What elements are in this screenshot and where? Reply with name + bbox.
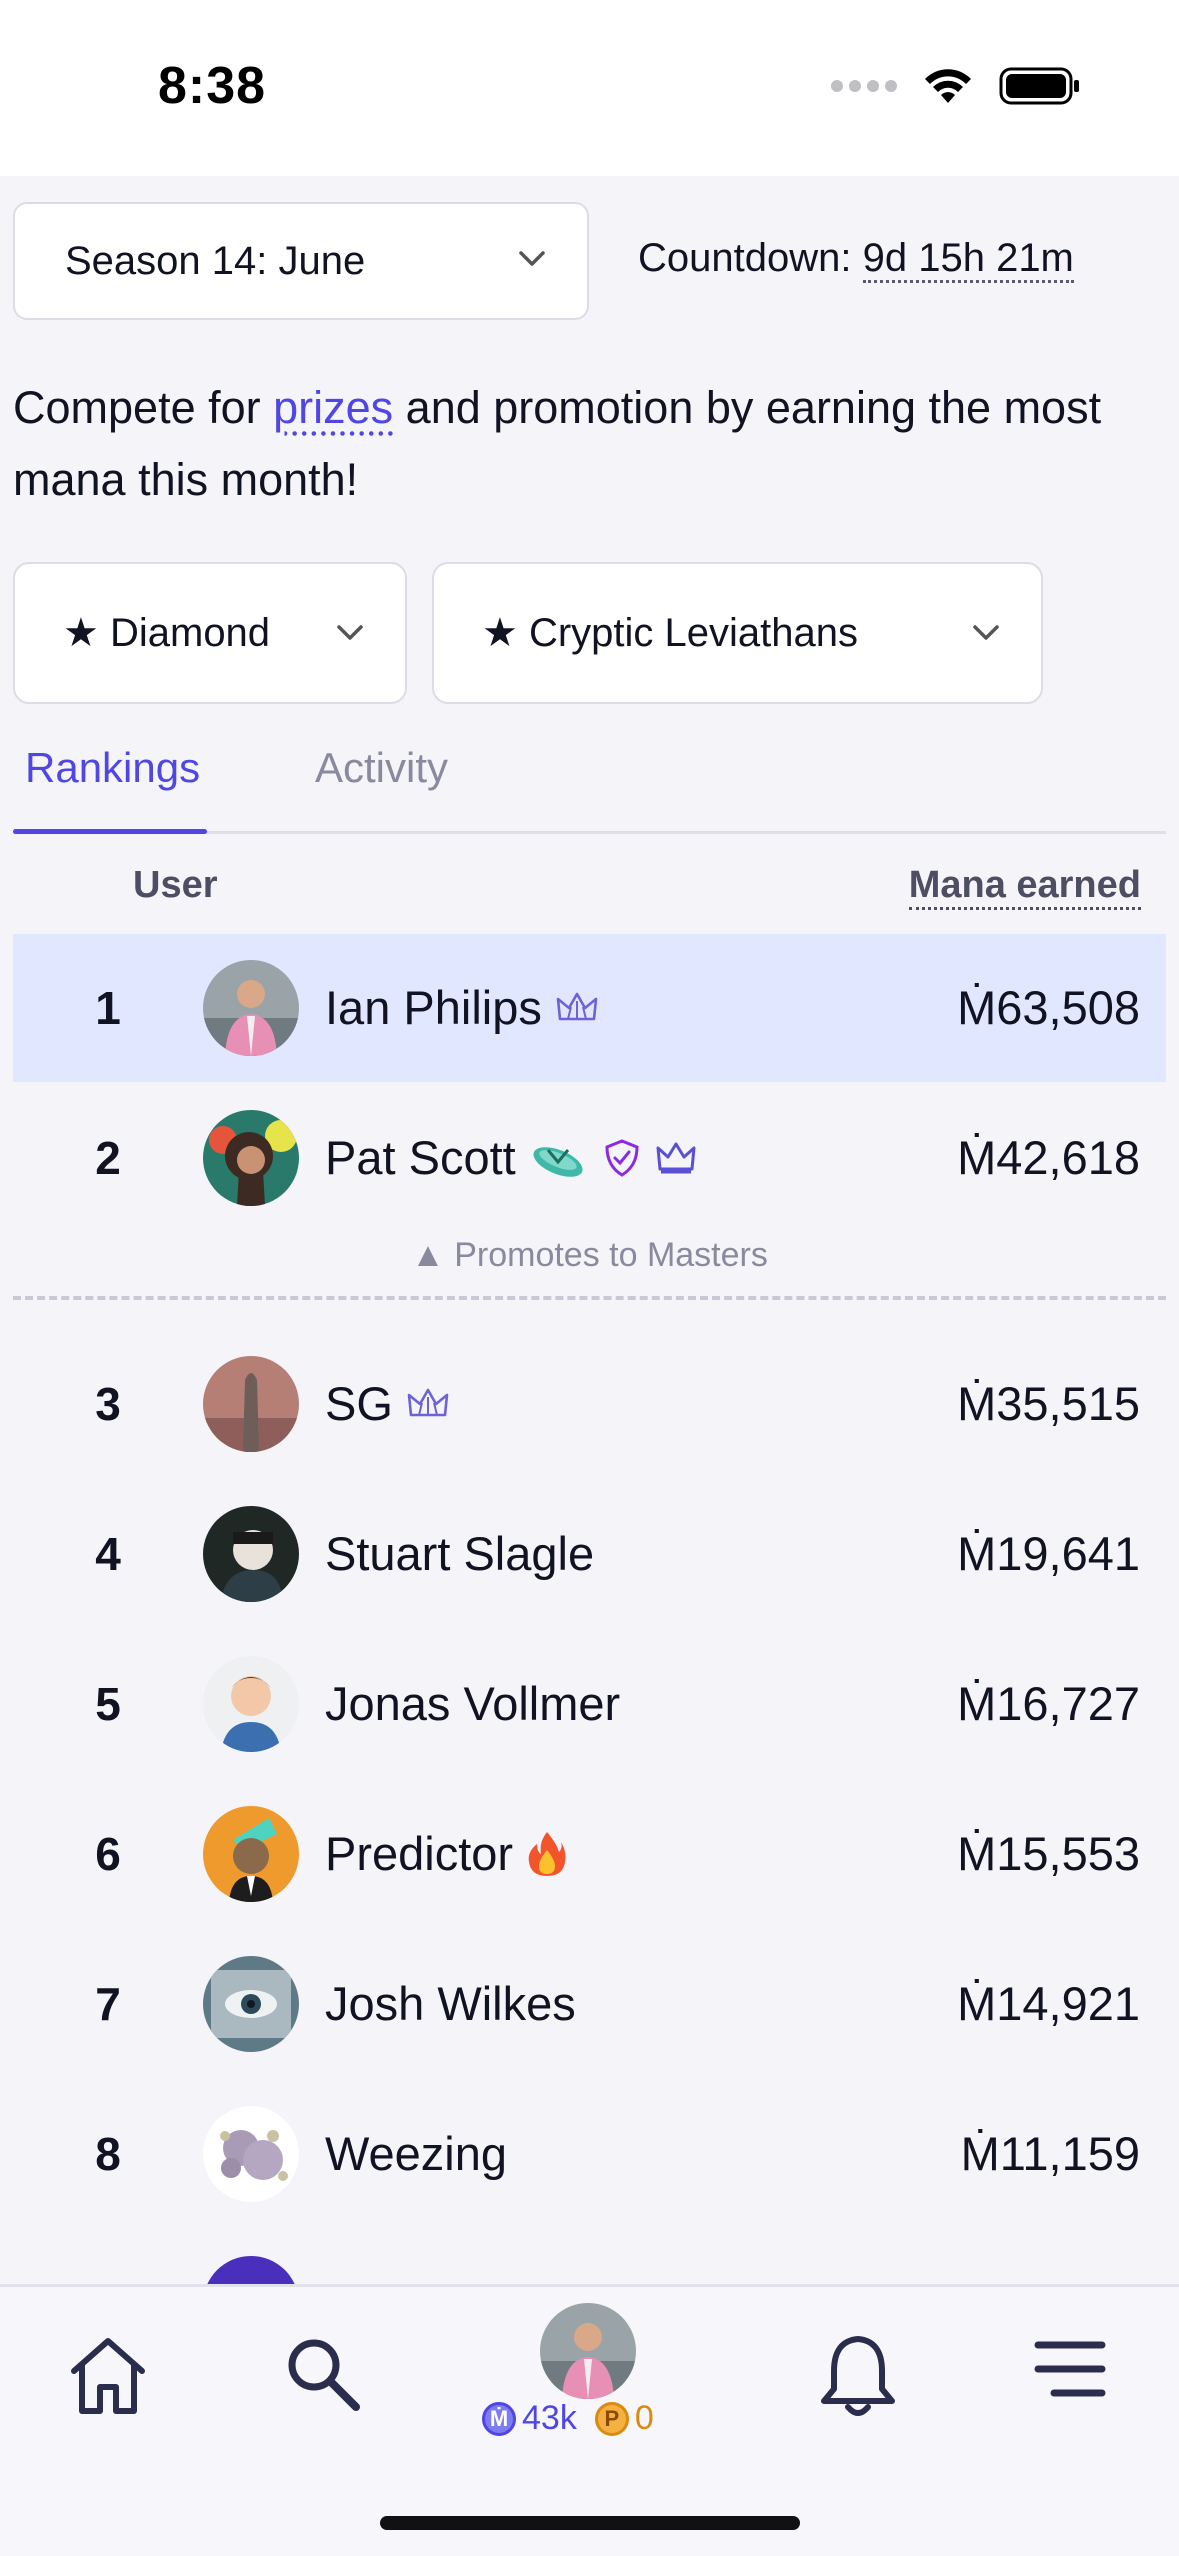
wifi-icon xyxy=(925,69,971,103)
intro-text: Compete for prizes and promotion by earn… xyxy=(13,372,1153,516)
intro-text-before: Compete for xyxy=(13,382,274,433)
username-text: Stuart Slagle xyxy=(325,1527,595,1580)
prize-coin-icon: P xyxy=(594,2401,629,2436)
table-row[interactable]: 4 Stuart Slagle Ṁ19,641 xyxy=(13,1480,1166,1628)
rank-number: 5 xyxy=(95,1678,121,1730)
avatar[interactable] xyxy=(203,1656,299,1752)
mana-earned: Ṁ11,159 xyxy=(960,2127,1140,2180)
home-indicator[interactable] xyxy=(380,2516,800,2530)
username[interactable]: Josh Wilkes xyxy=(325,1976,576,2031)
countdown: Countdown: 9d 15h 21m xyxy=(638,236,1074,283)
leagues-page: Season 14: June Countdown: 9d 15h 21m Co… xyxy=(0,176,1179,2284)
division-select[interactable]: ★ Diamond xyxy=(13,562,407,704)
profile-avatar[interactable] xyxy=(540,2303,636,2399)
battery-icon xyxy=(999,67,1079,105)
username[interactable]: SG xyxy=(325,1376,449,1431)
search-icon[interactable] xyxy=(280,2331,364,2415)
avatar[interactable] xyxy=(203,1110,299,1206)
tab-rankings[interactable]: Rankings xyxy=(25,744,200,792)
fire-icon xyxy=(528,1831,566,1876)
division-select-label: ★ Diamond xyxy=(63,611,271,655)
avatar[interactable] xyxy=(203,1356,299,1452)
tab-bar: Rankings Activity xyxy=(13,726,1166,834)
rank-number: 8 xyxy=(95,2128,121,2180)
tab-activity[interactable]: Activity xyxy=(315,744,448,792)
shield-icon xyxy=(605,1138,639,1177)
crown-outline-icon xyxy=(407,1388,449,1416)
flip-flop-icon xyxy=(533,1146,583,1177)
menu-icon[interactable] xyxy=(1034,2337,1106,2401)
chevron-down-icon xyxy=(337,625,363,640)
status-time: 8:38 xyxy=(158,57,267,115)
prizes-link[interactable]: prizes xyxy=(273,382,393,433)
promotion-note: ▲ Promotes to Masters xyxy=(411,1236,768,1274)
rank-number: 3 xyxy=(95,1378,121,1430)
username[interactable]: Ian Philips xyxy=(325,980,598,1035)
countdown-label: Countdown: xyxy=(638,236,852,280)
column-header-user: User xyxy=(133,864,218,906)
table-row[interactable]: 1 Ian Philips Ṁ63,508 xyxy=(13,934,1166,1082)
chevron-down-icon xyxy=(519,251,545,266)
mana-balance: 43k xyxy=(522,2399,577,2437)
username-text: Josh Wilkes xyxy=(325,1977,576,2030)
username-text: Ian Philips xyxy=(325,981,542,1034)
username[interactable]: Stuart Slagle xyxy=(325,1526,594,1581)
username[interactable]: Weezing xyxy=(325,2126,507,2181)
active-tab-indicator xyxy=(13,829,207,834)
cohort-select[interactable]: ★ Cryptic Leviathans xyxy=(432,562,1043,704)
mana-earned: Ṁ16,727 xyxy=(957,1677,1140,1730)
mana-coin-icon: Ṁ xyxy=(482,2401,516,2436)
table-row[interactable]: 7 Josh Wilkes Ṁ14,921 xyxy=(13,1930,1166,2078)
chevron-down-icon xyxy=(973,625,999,640)
cohort-select-label: ★ Cryptic Leviathans xyxy=(482,611,859,655)
balance-display[interactable]: Ṁ 43k P 0 xyxy=(482,2399,654,2438)
username[interactable]: Predictor xyxy=(325,1826,567,1881)
column-header-mana-earned[interactable]: Mana earned xyxy=(908,864,1141,910)
season-select-label: Season 14: June xyxy=(65,238,366,283)
table-row[interactable]: 8 Weezing Ṁ11,159 xyxy=(13,2080,1166,2228)
table-row[interactable]: 5 Jonas Vollmer Ṁ16,727 xyxy=(13,1630,1166,1778)
username[interactable]: Pat Scott xyxy=(325,1130,696,1185)
crown-outline-icon xyxy=(556,992,598,1020)
promotion-divider xyxy=(13,1296,1166,1300)
crown-icon xyxy=(656,1142,696,1173)
avatar[interactable] xyxy=(203,1956,299,2052)
rank-number: 6 xyxy=(95,1828,121,1880)
prize-balance: 0 xyxy=(634,2399,654,2437)
status-bar: 8:38 xyxy=(0,0,1179,176)
mana-earned: Ṁ15,553 xyxy=(957,1827,1140,1880)
avatar[interactable] xyxy=(203,960,299,1056)
season-select[interactable]: Season 14: June xyxy=(13,202,589,320)
bell-icon[interactable] xyxy=(818,2331,898,2419)
mana-earned: Ṁ42,618 xyxy=(957,1131,1140,1184)
avatar[interactable] xyxy=(203,2256,299,2284)
username-text: Pat Scott xyxy=(325,1131,516,1184)
cellular-signal-icon xyxy=(831,80,897,92)
table-row[interactable]: 6 Predictor Ṁ15,553 xyxy=(13,1780,1166,1928)
mana-earned: Ṁ19,641 xyxy=(957,1527,1140,1580)
username-text: Jonas Vollmer xyxy=(325,1677,621,1730)
table-header: User Mana earned xyxy=(13,864,1166,924)
table-row[interactable]: 2 Pat Scott Ṁ42,618 xyxy=(13,1084,1166,1232)
username-text: SG xyxy=(325,1377,393,1430)
status-icons xyxy=(831,66,1081,106)
rank-number: 1 xyxy=(95,982,121,1034)
username-text: Weezing xyxy=(325,2127,508,2180)
mana-earned: Ṁ14,921 xyxy=(957,1977,1140,2030)
mana-earned: Ṁ63,508 xyxy=(957,981,1140,1034)
username[interactable]: Jonas Vollmer xyxy=(325,1676,620,1731)
mana-earned: Ṁ35,515 xyxy=(957,1377,1140,1430)
countdown-value: 9d 15h 21m xyxy=(862,236,1074,283)
table-row[interactable]: 3 SG Ṁ35,515 xyxy=(13,1330,1166,1478)
avatar[interactable] xyxy=(203,1806,299,1902)
rank-number: 4 xyxy=(95,1528,121,1580)
rank-number: 2 xyxy=(95,1132,121,1184)
home-icon[interactable] xyxy=(64,2331,152,2419)
rank-number: 7 xyxy=(95,1978,121,2030)
avatar[interactable] xyxy=(203,1506,299,1602)
avatar[interactable] xyxy=(203,2106,299,2202)
username-text: Predictor xyxy=(325,1827,514,1880)
